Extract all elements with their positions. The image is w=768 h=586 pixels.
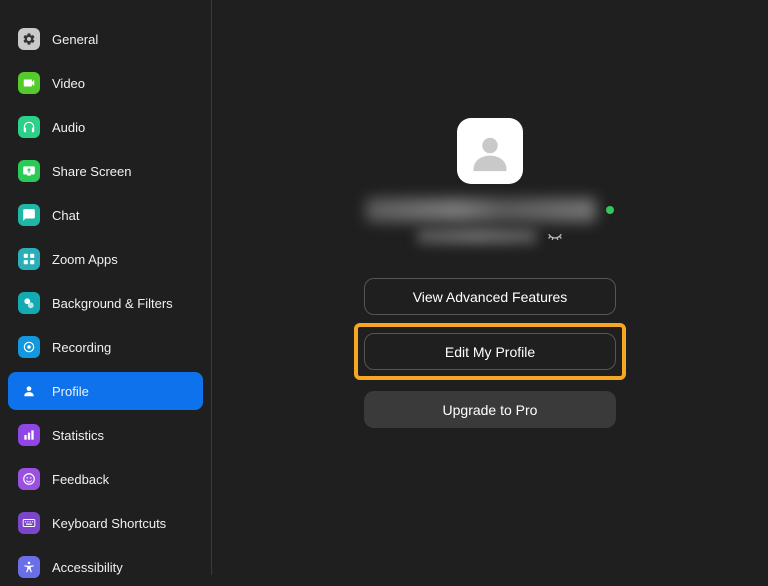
video-camera-icon [18,72,40,94]
sidebar-item-label: Chat [52,208,79,223]
sidebar-item-label: Zoom Apps [52,252,118,267]
sidebar-item-recording[interactable]: Recording [8,328,203,366]
share-screen-icon [18,160,40,182]
bar-chart-icon [18,424,40,446]
sidebar-item-label: Recording [52,340,111,355]
sidebar-item-label: Video [52,76,85,91]
sidebar-item-label: Audio [52,120,85,135]
sidebar-item-background-filters[interactable]: Background & Filters [8,284,203,322]
sidebar-item-label: Profile [52,384,89,399]
sidebar-item-feedback[interactable]: Feedback [8,460,203,498]
eye-closed-icon[interactable] [547,228,563,244]
edit-my-profile-button[interactable]: Edit My Profile [364,333,616,370]
sidebar-item-label: Accessibility [52,560,123,575]
apps-grid-icon [18,248,40,270]
sidebar-item-label: General [52,32,98,47]
gear-icon [18,28,40,50]
background-filters-icon [18,292,40,314]
sidebar-item-label: Share Screen [52,164,132,179]
headphones-icon [18,116,40,138]
profile-name-row [366,198,614,222]
profile-name-obscured [366,198,596,222]
button-label: Edit My Profile [445,344,535,360]
button-label: Upgrade to Pro [443,402,538,418]
upgrade-to-pro-button[interactable]: Upgrade to Pro [364,391,616,428]
sidebar-item-general[interactable]: General [8,20,203,58]
sidebar-item-profile[interactable]: Profile [8,372,203,410]
sidebar-item-label: Statistics [52,428,104,443]
sidebar-item-label: Feedback [52,472,109,487]
profile-panel: View Advanced Features Edit My Profile U… [212,0,768,575]
sidebar-item-video[interactable]: Video [8,64,203,102]
sidebar-item-share-screen[interactable]: Share Screen [8,152,203,190]
tutorial-highlight: Edit My Profile [354,323,626,380]
button-label: View Advanced Features [413,289,568,305]
sidebar-item-audio[interactable]: Audio [8,108,203,146]
feedback-smile-icon [18,468,40,490]
settings-sidebar: General Video Audio Share Screen Chat Zo… [0,0,212,575]
presence-indicator-icon [606,206,614,214]
sidebar-item-label: Keyboard Shortcuts [52,516,166,531]
sidebar-item-keyboard-shortcuts[interactable]: Keyboard Shortcuts [8,504,203,542]
chat-bubble-icon [18,204,40,226]
sidebar-item-zoom-apps[interactable]: Zoom Apps [8,240,203,278]
sidebar-item-accessibility[interactable]: Accessibility [8,548,203,586]
sidebar-item-chat[interactable]: Chat [8,196,203,234]
profile-subtitle-obscured [417,228,537,244]
keyboard-icon [18,512,40,534]
sidebar-item-statistics[interactable]: Statistics [8,416,203,454]
avatar [457,118,523,184]
view-advanced-features-button[interactable]: View Advanced Features [364,278,616,315]
sidebar-item-label: Background & Filters [52,296,173,311]
person-icon [18,380,40,402]
profile-subtitle-row [417,228,563,244]
recording-icon [18,336,40,358]
